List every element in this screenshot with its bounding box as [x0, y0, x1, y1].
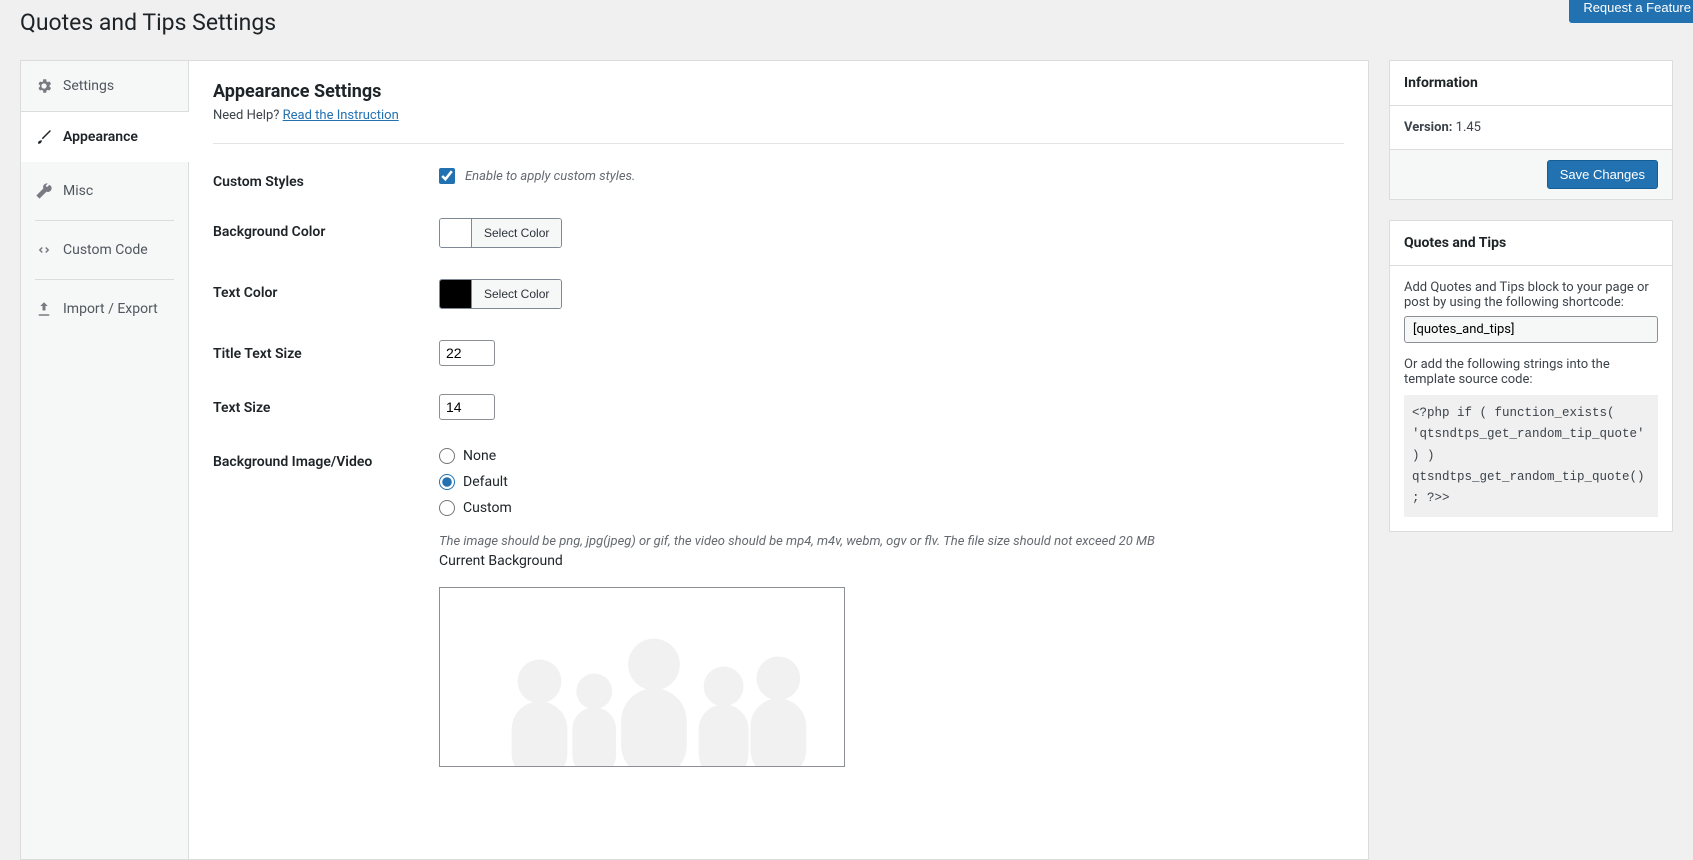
tab-label: Appearance	[63, 129, 138, 145]
template-code-block[interactable]: <?php if ( function_exists( 'qtsndtps_ge…	[1404, 395, 1658, 517]
settings-panel: Appearance Settings Need Help? Read the …	[188, 60, 1369, 860]
tab-custom-code[interactable]: Custom Code	[21, 227, 188, 273]
text-size-input[interactable]	[439, 394, 495, 420]
custom-styles-checkbox[interactable]	[439, 168, 455, 184]
tab-import-export[interactable]: Import / Export	[21, 286, 188, 332]
version-value: 1.45	[1456, 120, 1481, 135]
shortcode-field[interactable]	[1404, 316, 1658, 343]
background-preview	[439, 587, 845, 767]
text-color-swatch	[440, 280, 472, 308]
save-changes-button[interactable]: Save Changes	[1547, 160, 1658, 189]
title-size-label: Title Text Size	[213, 340, 439, 362]
bg-media-label: Background Image/Video	[213, 448, 439, 470]
background-color-button[interactable]: Select Color	[472, 219, 561, 247]
brush-icon	[35, 128, 53, 146]
tab-label: Custom Code	[63, 242, 148, 258]
information-title: Information	[1390, 61, 1672, 106]
tab-appearance[interactable]: Appearance	[21, 112, 189, 162]
tab-label: Settings	[63, 78, 114, 94]
page-title: Quotes and Tips Settings	[20, 0, 1673, 60]
template-code-intro: Or add the following strings into the te…	[1404, 357, 1658, 387]
bg-option-custom[interactable]: Custom	[439, 500, 1344, 516]
tab-misc[interactable]: Misc	[21, 168, 188, 214]
bg-radio-none[interactable]	[439, 448, 455, 464]
bg-option-none[interactable]: None	[439, 448, 1344, 464]
tab-settings[interactable]: Settings	[21, 61, 188, 112]
custom-styles-label: Custom Styles	[213, 168, 439, 190]
gear-icon	[35, 77, 53, 95]
shortcode-intro: Add Quotes and Tips block to your page o…	[1404, 280, 1658, 310]
text-color-picker[interactable]: Select Color	[439, 279, 562, 309]
background-color-label: Background Color	[213, 218, 439, 240]
wrench-icon	[35, 182, 53, 200]
code-icon	[35, 241, 53, 259]
custom-styles-desc: Enable to apply custom styles.	[465, 169, 635, 184]
current-background-label: Current Background	[439, 553, 1344, 569]
quotes-tips-title: Quotes and Tips	[1390, 221, 1672, 266]
help-line: Need Help? Read the Instruction	[213, 108, 1344, 144]
bg-radio-default[interactable]	[439, 474, 455, 490]
tab-label: Import / Export	[63, 301, 158, 317]
panel-heading: Appearance Settings	[213, 81, 1344, 102]
text-color-button[interactable]: Select Color	[472, 280, 561, 308]
quotes-tips-box: Quotes and Tips Add Quotes and Tips bloc…	[1389, 220, 1673, 532]
bg-option-default[interactable]: Default	[439, 474, 1344, 490]
text-color-label: Text Color	[213, 279, 439, 301]
tab-label: Misc	[63, 183, 93, 199]
read-instruction-link[interactable]: Read the Instruction	[283, 108, 399, 123]
text-size-label: Text Size	[213, 394, 439, 416]
background-color-picker[interactable]: Select Color	[439, 218, 562, 248]
settings-tabs: Settings Appearance Misc	[20, 60, 188, 860]
information-box: Information Version: 1.45 Save Changes	[1389, 60, 1673, 200]
background-color-swatch	[440, 219, 472, 247]
bg-media-hint: The image should be png, jpg(jpeg) or gi…	[439, 534, 1344, 549]
title-size-input[interactable]	[439, 340, 495, 366]
bg-radio-custom[interactable]	[439, 500, 455, 516]
version-label: Version:	[1404, 120, 1452, 135]
request-feature-button[interactable]: Request a Feature	[1569, 0, 1693, 23]
upload-icon	[35, 300, 53, 318]
